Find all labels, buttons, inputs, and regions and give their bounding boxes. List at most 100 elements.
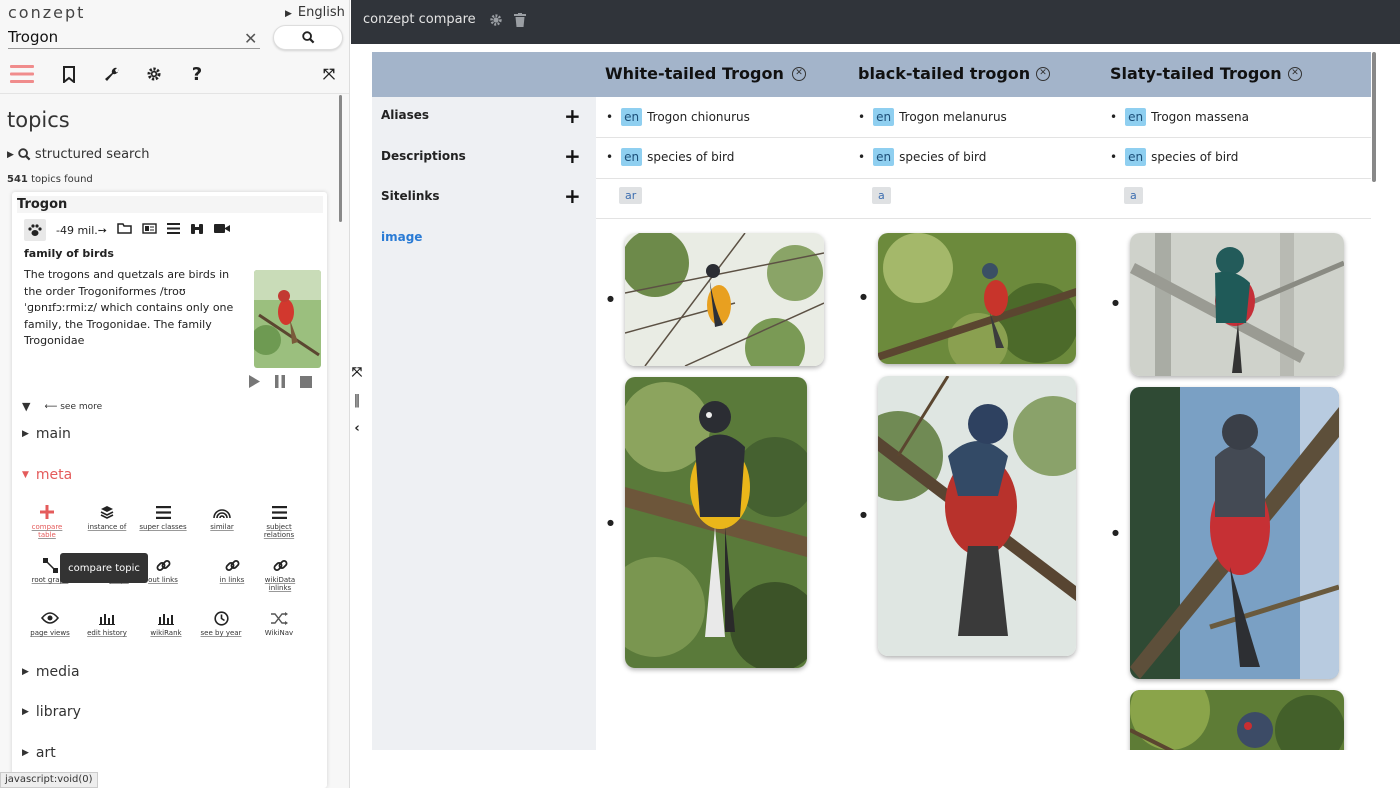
- search-input[interactable]: [8, 25, 260, 49]
- bird-photo[interactable]: [1130, 690, 1344, 750]
- compare-table: White-tailed Trogon ✕ black-tailed trogo…: [372, 52, 1371, 750]
- fullscreen-icon[interactable]: ⤧: [316, 61, 342, 87]
- folder-icon[interactable]: [117, 223, 132, 237]
- see-more-label: ⟵ see more: [44, 401, 103, 412]
- edit-history-button[interactable]: edit history: [82, 609, 132, 637]
- wikidata-inlinks-button[interactable]: wikiData inlinks: [255, 556, 305, 592]
- settings-gears-icon[interactable]: [489, 12, 503, 31]
- sitelink-tag[interactable]: a: [872, 187, 891, 204]
- sidebar-scrollbar[interactable]: [339, 95, 342, 222]
- brand-logo[interactable]: conzept: [8, 3, 85, 22]
- drag-handle-icon[interactable]: ‖: [350, 393, 364, 408]
- eye-icon: [25, 609, 75, 627]
- article-icon[interactable]: [142, 223, 157, 237]
- section-meta[interactable]: ▼ meta: [22, 467, 72, 483]
- compare-scrollbar[interactable]: [1372, 52, 1376, 182]
- bird-photo[interactable]: [1130, 233, 1344, 376]
- divider: [596, 218, 1371, 219]
- tooltip: compare topic: [60, 553, 148, 583]
- row-label-aliases: Aliases: [381, 108, 430, 122]
- collapse-icon[interactable]: ‹: [350, 421, 364, 436]
- grid-label: compare table: [31, 523, 63, 539]
- row-label-image[interactable]: image: [381, 230, 422, 244]
- see-by-year-button[interactable]: see by year: [196, 609, 246, 637]
- bookmark-icon[interactable]: [56, 61, 82, 87]
- see-more-toggle[interactable]: ▼ ⟵ see more: [22, 400, 102, 413]
- similar-button[interactable]: similar: [197, 503, 247, 531]
- date-label[interactable]: -49 mil.➙: [56, 224, 107, 237]
- section-media[interactable]: ▶ media: [22, 664, 80, 680]
- clear-search-icon[interactable]: ✕: [244, 29, 257, 48]
- chart-icon: [82, 609, 132, 627]
- bird-photo[interactable]: [878, 233, 1076, 364]
- bird-photo[interactable]: [878, 376, 1076, 656]
- wikirank-button[interactable]: wikiRank: [141, 609, 191, 637]
- close-column-icon[interactable]: ✕: [792, 67, 806, 81]
- section-label: meta: [35, 467, 73, 483]
- grid-label: in links: [219, 576, 245, 584]
- pause-icon[interactable]: [274, 373, 286, 392]
- alias-value: Trogon chionurus: [647, 110, 750, 124]
- language-selector[interactable]: ▶ English: [285, 5, 345, 20]
- description-cell: • en species of bird: [606, 148, 734, 166]
- divider: [596, 137, 1371, 138]
- description-cell: • en species of bird: [1110, 148, 1238, 166]
- grid-label: super classes: [139, 523, 187, 531]
- help-icon[interactable]: ?: [184, 61, 210, 87]
- stop-icon[interactable]: [300, 373, 312, 392]
- page-views-button[interactable]: page views: [25, 609, 75, 637]
- lines-icon: [138, 503, 188, 521]
- grid-label: instance of: [87, 523, 127, 531]
- expand-icon[interactable]: ⤧: [350, 365, 364, 380]
- in-links-button[interactable]: in links: [207, 556, 257, 584]
- gear-icon[interactable]: [141, 61, 167, 87]
- bullet: ●: [860, 510, 867, 519]
- topic-card: Trogon -49 mil.➙ family of birds The tro…: [12, 192, 327, 788]
- play-icon[interactable]: [248, 373, 260, 392]
- column-title[interactable]: black-tailed trogon: [858, 64, 1030, 83]
- topic-title[interactable]: Trogon: [17, 196, 323, 213]
- alias-cell: • en Trogon massena: [1110, 108, 1249, 126]
- lang-badge: en: [873, 148, 895, 166]
- topic-thumbnail[interactable]: [254, 270, 321, 368]
- link-icon: [255, 556, 305, 574]
- compare-table-button[interactable]: compare table: [22, 503, 72, 539]
- sitelink-tag[interactable]: a: [1124, 187, 1143, 204]
- wikinav-button[interactable]: WikiNav: [254, 609, 304, 637]
- section-art[interactable]: ▶ art: [22, 745, 56, 761]
- bird-photo[interactable]: [1130, 387, 1339, 679]
- wrench-icon[interactable]: [98, 61, 124, 87]
- divider: [596, 178, 1371, 179]
- subject-relations-button[interactable]: subject relations: [254, 503, 304, 539]
- column-title[interactable]: White-tailed Trogon: [605, 64, 784, 83]
- bird-photo[interactable]: [625, 233, 824, 366]
- top-bar: conzept compare: [351, 0, 1400, 44]
- add-aliases-icon[interactable]: +: [564, 106, 581, 126]
- section-library[interactable]: ▶ library: [22, 704, 81, 720]
- menu-icon[interactable]: [9, 61, 35, 87]
- video-icon[interactable]: [214, 223, 231, 237]
- lang-badge: en: [621, 108, 643, 126]
- super-classes-button[interactable]: super classes: [138, 503, 188, 531]
- close-column-icon[interactable]: ✕: [1288, 67, 1302, 81]
- list-icon[interactable]: [167, 223, 181, 237]
- column-title[interactable]: Slaty-tailed Trogon: [1110, 64, 1282, 83]
- instance-of-button[interactable]: instance of: [82, 503, 132, 531]
- search-button[interactable]: [273, 25, 343, 50]
- trash-icon[interactable]: [514, 12, 526, 31]
- sitelink-tag[interactable]: ar: [619, 187, 643, 204]
- bullet: ●: [860, 292, 867, 301]
- sidebar-toolbar: ? ⤧: [0, 58, 349, 90]
- description-value: species of bird: [899, 150, 987, 164]
- structured-search-toggle[interactable]: ▶ structured search: [7, 147, 149, 162]
- close-column-icon[interactable]: ✕: [1036, 67, 1050, 81]
- add-descriptions-icon[interactable]: +: [564, 146, 581, 166]
- search-icon: [18, 148, 31, 161]
- add-sitelinks-icon[interactable]: +: [564, 186, 581, 206]
- binoculars-icon[interactable]: [190, 223, 204, 238]
- paw-icon[interactable]: [24, 219, 46, 241]
- section-main[interactable]: ▶ main: [22, 426, 71, 442]
- structured-search-label: structured search: [34, 147, 150, 162]
- audio-controls: [248, 373, 312, 392]
- bird-photo[interactable]: [625, 377, 807, 668]
